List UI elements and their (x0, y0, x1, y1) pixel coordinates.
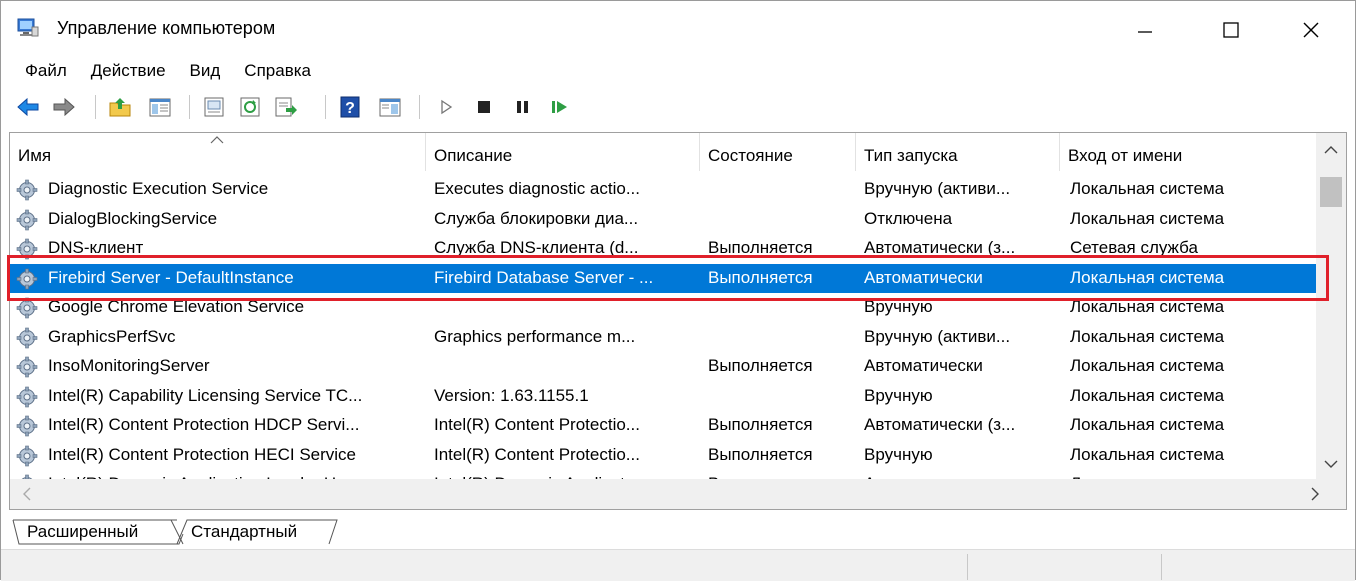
service-gear-icon (16, 179, 38, 201)
list-header: Имя Описание Состояние Тип запуска Вход … (10, 133, 1316, 171)
close-icon (1303, 22, 1319, 38)
service-gear-icon (16, 327, 38, 348)
window-title: Управление компьютером (57, 18, 276, 38)
title-bar: Управление компьютером (1, 1, 1355, 59)
table-row[interactable]: InsoMonitoringServer Выполняется Автомат… (10, 352, 1316, 382)
table-row[interactable]: DialogBlockingService Служба блокировки … (10, 205, 1316, 235)
export-list-icon[interactable] (273, 95, 299, 119)
computer-management-window: Управление компьютером Файл Действие Вид… (0, 0, 1356, 581)
show-hide-tree-icon[interactable] (147, 95, 173, 119)
service-startup-type: Вручную (активи... (864, 326, 1011, 346)
vertical-scroll-thumb[interactable] (1320, 177, 1342, 207)
column-header-startup-type[interactable]: Тип запуска (856, 133, 1060, 171)
service-state: Выполняется (708, 444, 813, 464)
service-description: Служба блокировки диа... (434, 208, 639, 228)
service-name: GraphicsPerfSvc (48, 326, 176, 346)
column-header-name[interactable]: Имя (10, 133, 426, 171)
service-description: Graphics performance m... (434, 326, 636, 346)
menu-bar: Файл Действие Вид Справка (1, 59, 1355, 85)
minimize-button[interactable] (1113, 1, 1177, 59)
service-description: Version: 1.63.1155.1 (434, 385, 589, 405)
services-list[interactable]: Имя Описание Состояние Тип запуска Вход … (9, 132, 1347, 510)
menu-help[interactable]: Справка (244, 59, 311, 85)
maximize-icon (1223, 22, 1239, 38)
menu-action[interactable]: Действие (91, 59, 166, 85)
service-name: Intel(R) Content Protection HECI Service (48, 444, 357, 464)
tab-standard[interactable]: Стандартный (191, 520, 297, 544)
service-startup-type: Вручную (активи... (864, 179, 1011, 198)
close-button[interactable] (1279, 1, 1343, 59)
scroll-up-icon[interactable] (1324, 145, 1338, 155)
service-name: InsoMonitoringServer (48, 356, 210, 375)
scroll-left-icon[interactable] (22, 487, 32, 501)
service-log-on-as: Локальная система (1070, 444, 1225, 464)
up-folder-icon[interactable] (107, 95, 133, 119)
resume-service-icon[interactable] (547, 95, 573, 119)
service-gear-icon (16, 209, 38, 230)
service-startup-type: Вручную (864, 385, 933, 405)
column-header-description[interactable]: Описание (426, 133, 700, 171)
minimize-icon (1138, 31, 1152, 33)
help-icon[interactable]: ? (337, 95, 363, 119)
service-gear-icon (16, 445, 38, 466)
selected-row-highlight-frame (7, 255, 1329, 301)
service-gear-icon (16, 415, 38, 437)
service-log-on-as: Локальная система (1070, 208, 1225, 228)
service-startup-type: Автоматически (864, 356, 983, 375)
service-log-on-as: Локальная система (1070, 179, 1225, 198)
service-log-on-as: Локальная система (1070, 326, 1225, 346)
console-icon[interactable] (377, 95, 403, 119)
service-description: Intel(R) Content Protectio... (434, 415, 640, 434)
vertical-scrollbar[interactable] (1316, 133, 1346, 479)
service-startup-type: Автоматически (з... (864, 415, 1016, 434)
menu-file[interactable]: Файл (25, 59, 67, 85)
service-gear-icon (16, 386, 38, 407)
service-state: Выполняется (708, 356, 813, 375)
svg-text:?: ? (345, 100, 355, 117)
service-log-on-as: Локальная система (1070, 356, 1225, 375)
table-row[interactable]: Intel(R) Capability Licensing Service TC… (10, 382, 1316, 412)
computer-management-icon (17, 18, 39, 37)
column-header-state[interactable]: Состояние (700, 133, 856, 171)
status-bar (1, 549, 1355, 581)
menu-view[interactable]: Вид (190, 59, 221, 85)
service-gear-icon (16, 356, 38, 378)
view-tabs: Расширенный Стандартный (11, 516, 1351, 546)
back-icon[interactable] (15, 95, 41, 119)
horizontal-scrollbar[interactable] (10, 479, 1346, 509)
service-name: DialogBlockingService (48, 208, 218, 228)
service-log-on-as: Локальная система (1070, 385, 1225, 405)
table-row[interactable]: Diagnostic Execution Service Executes di… (10, 175, 1316, 205)
pause-service-icon[interactable] (509, 95, 535, 119)
service-name: Intel(R) Capability Licensing Service TC… (48, 385, 363, 405)
forward-icon[interactable] (51, 95, 77, 119)
maximize-button[interactable] (1199, 1, 1263, 59)
start-service-icon[interactable] (433, 95, 459, 119)
column-header-log-on-as[interactable]: Вход от имени (1060, 133, 1316, 171)
service-state: Выполняется (708, 415, 813, 434)
properties-icon[interactable] (201, 95, 227, 119)
service-description: Intel(R) Content Protectio... (434, 444, 640, 464)
toolbar: ? (1, 89, 1355, 127)
tab-extended[interactable]: Расширенный (27, 520, 138, 544)
scroll-down-icon[interactable] (1324, 459, 1338, 469)
scroll-right-icon[interactable] (1310, 487, 1320, 501)
service-description: Executes diagnostic actio... (434, 179, 641, 198)
refresh-icon[interactable] (237, 95, 263, 119)
table-row[interactable]: Intel(R) Content Protection HDCP Servi..… (10, 411, 1316, 441)
table-row[interactable]: GraphicsPerfSvc Graphics performance m..… (10, 323, 1316, 353)
service-startup-type: Отключена (864, 208, 953, 228)
service-log-on-as: Локальная система (1070, 415, 1225, 434)
service-startup-type: Вручную (864, 444, 933, 464)
stop-service-icon[interactable] (471, 95, 497, 119)
service-name: Intel(R) Content Protection HDCP Servi..… (48, 415, 360, 434)
service-name: Diagnostic Execution Service (48, 179, 269, 198)
table-row[interactable]: Intel(R) Content Protection HECI Service… (10, 441, 1316, 471)
